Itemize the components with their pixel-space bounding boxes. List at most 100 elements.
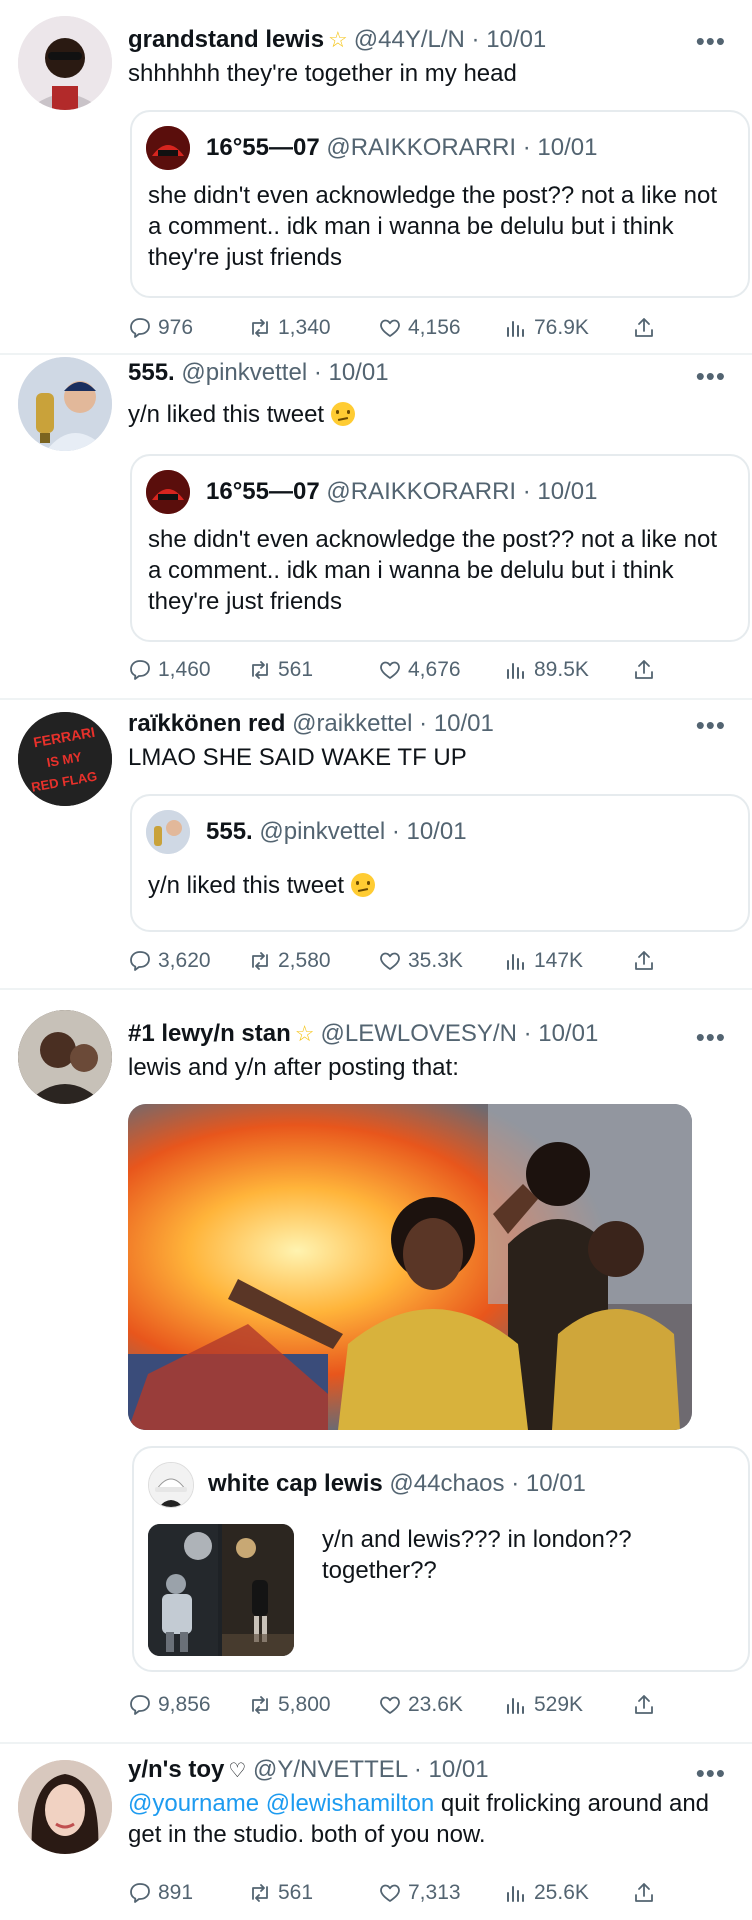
heart-icon <box>380 952 400 970</box>
handle[interactable]: @LEWLOVESY/N <box>320 1020 516 1047</box>
tweet-text: lewis and y/n after posting that: <box>128 1054 459 1081</box>
tweet-date[interactable]: · 10/01 <box>314 359 389 386</box>
share-button[interactable] <box>632 946 662 976</box>
views-icon <box>507 1886 524 1902</box>
retweet-count: 2,580 <box>278 949 331 972</box>
reply-button[interactable]: 891 <box>128 1878 193 1908</box>
tweet-date: · 10/01 <box>522 478 598 505</box>
like-button[interactable]: 7,313 <box>378 1878 461 1908</box>
share-button[interactable] <box>632 655 662 685</box>
more-options-icon[interactable]: ••• <box>696 710 726 741</box>
share-icon <box>635 1695 653 1714</box>
display-name[interactable]: 555. <box>128 359 175 386</box>
avatar[interactable] <box>18 1760 112 1854</box>
display-name[interactable]: #1 lewy/n stan <box>128 1020 291 1047</box>
avatar <box>146 470 190 514</box>
tweet-header: 555. @pinkvettel · 10/01 <box>128 359 389 387</box>
tweet[interactable]: #1 lewy/n stan ☆ @LEWLOVESY/N · 10/01 ••• … <box>0 990 752 1740</box>
avatar[interactable] <box>18 1010 112 1104</box>
handle[interactable]: @44Y/L/N <box>354 26 465 53</box>
tweet-date[interactable]: · 10/01 <box>472 26 547 53</box>
view-count: 25.6K <box>534 1881 589 1904</box>
tweet[interactable]: FERRARI IS MY RED FLAG raïkkönen red @ra… <box>0 700 752 990</box>
like-button[interactable]: 23.6K <box>378 1690 463 1720</box>
more-options-icon[interactable]: ••• <box>696 1758 726 1789</box>
views-button[interactable]: 147K <box>504 946 583 976</box>
reply-button[interactable]: 1,460 <box>128 655 211 685</box>
views-button[interactable]: 89.5K <box>504 655 589 685</box>
retweet-count: 561 <box>278 658 314 681</box>
like-button[interactable]: 35.3K <box>378 946 463 976</box>
view-count: 147K <box>534 949 584 972</box>
handle: @RAIKKORARRI <box>326 134 517 161</box>
mention-link[interactable]: @yourname <box>128 1790 259 1817</box>
handle: @RAIKKORARRI <box>326 478 517 505</box>
like-button[interactable]: 4,676 <box>378 655 461 685</box>
reply-count: 3,620 <box>158 949 211 972</box>
views-button[interactable]: 25.6K <box>504 1878 589 1908</box>
views-button[interactable]: 76.9K <box>504 313 589 343</box>
display-name[interactable]: y/n's toy <box>128 1756 224 1783</box>
quoted-text: y/n liked this tweet <box>148 870 718 901</box>
retweet-button[interactable]: 5,800 <box>248 1690 331 1720</box>
quoted-tweet[interactable]: 16°55—07 @RAIKKORARRI · 10/01 she didn't… <box>130 454 750 642</box>
reply-count: 976 <box>158 316 194 339</box>
quoted-header: 16°55—07 @RAIKKORARRI · 10/01 <box>206 478 597 506</box>
handle[interactable]: @pinkvettel <box>181 359 307 386</box>
avatar[interactable] <box>18 16 112 110</box>
more-options-icon[interactable]: ••• <box>696 361 726 392</box>
retweet-button[interactable]: 1,340 <box>248 313 331 343</box>
tweet-date: · 10/01 <box>391 818 467 845</box>
tweet-media-image[interactable] <box>128 1104 692 1430</box>
handle[interactable]: @raikkettel <box>292 710 412 737</box>
tweet-header: grandstand lewis ☆ @44Y/L/N · 10/01 <box>128 26 546 54</box>
retweet-button[interactable]: 561 <box>248 655 313 685</box>
tweet-text: shhhhhh they're together in my head <box>128 60 517 87</box>
more-options-icon[interactable]: ••• <box>696 1022 726 1053</box>
tweet-date[interactable]: · 10/01 <box>414 1756 489 1783</box>
heart-icon <box>380 1884 400 1902</box>
tweet[interactable]: grandstand lewis ☆ @44Y/L/N · 10/01 ••• sh… <box>0 0 752 355</box>
quoted-tweet[interactable]: 555. @pinkvettel · 10/01 y/n liked this … <box>130 794 750 932</box>
retweet-button[interactable]: 561 <box>248 1878 313 1908</box>
views-button[interactable]: 529K <box>504 1690 583 1720</box>
tweet-text: y/n liked this tweet <box>128 399 728 430</box>
handle[interactable]: @Y/NVETTEL <box>253 1756 407 1783</box>
reply-button[interactable]: 976 <box>128 313 193 343</box>
like-button[interactable]: 4,156 <box>378 313 461 343</box>
tweet-actions: 976 1,340 4,156 76.9K <box>128 313 668 343</box>
retweet-count: 5,800 <box>278 1693 331 1716</box>
reply-button[interactable]: 9,856 <box>128 1690 211 1720</box>
heart-icon <box>380 319 400 337</box>
display-name[interactable]: raïkkönen red <box>128 710 285 737</box>
quoted-header: white cap lewis @44chaos · 10/01 <box>208 1470 586 1498</box>
reply-count: 891 <box>158 1881 194 1904</box>
tweet[interactable]: 555. @pinkvettel · 10/01 ••• y/n liked t… <box>0 355 752 700</box>
reply-icon <box>130 1695 150 1715</box>
retweet-count: 1,340 <box>278 316 331 339</box>
avatar[interactable] <box>18 357 112 451</box>
tweet-header: #1 lewy/n stan ☆ @LEWLOVESY/N · 10/01 <box>128 1020 598 1048</box>
share-button[interactable] <box>632 313 662 343</box>
tweet-date[interactable]: · 10/01 <box>419 710 494 737</box>
retweet-button[interactable]: 2,580 <box>248 946 331 976</box>
neutral-face-emoji-icon <box>350 873 375 897</box>
like-count: 7,313 <box>408 1881 461 1904</box>
avatar[interactable]: FERRARI IS MY RED FLAG <box>18 712 112 806</box>
share-button[interactable] <box>632 1690 662 1720</box>
tweet-text-content: y/n liked this tweet <box>128 401 325 428</box>
avatar <box>146 126 190 170</box>
mention-link[interactable]: @lewishamilton <box>266 1790 434 1817</box>
display-name: white cap lewis <box>208 1470 383 1497</box>
quoted-tweet[interactable]: white cap lewis @44chaos · 10/01 y/n and… <box>132 1446 750 1672</box>
neutral-face-emoji-icon <box>330 402 355 426</box>
reply-count: 1,460 <box>158 658 211 681</box>
display-name[interactable]: grandstand lewis <box>128 26 324 53</box>
share-button[interactable] <box>632 1878 662 1908</box>
tweet-date[interactable]: · 10/01 <box>524 1020 599 1047</box>
tweet-actions: 891 561 7,313 25.6K <box>128 1878 668 1908</box>
reply-button[interactable]: 3,620 <box>128 946 211 976</box>
tweet[interactable]: y/n's toy ♡ @Y/NVETTEL · 10/01 ••• @yourn… <box>0 1744 752 1920</box>
more-options-icon[interactable]: ••• <box>696 26 726 57</box>
quoted-tweet[interactable]: 16°55—07 @RAIKKORARRI · 10/01 she didn't… <box>130 110 750 298</box>
